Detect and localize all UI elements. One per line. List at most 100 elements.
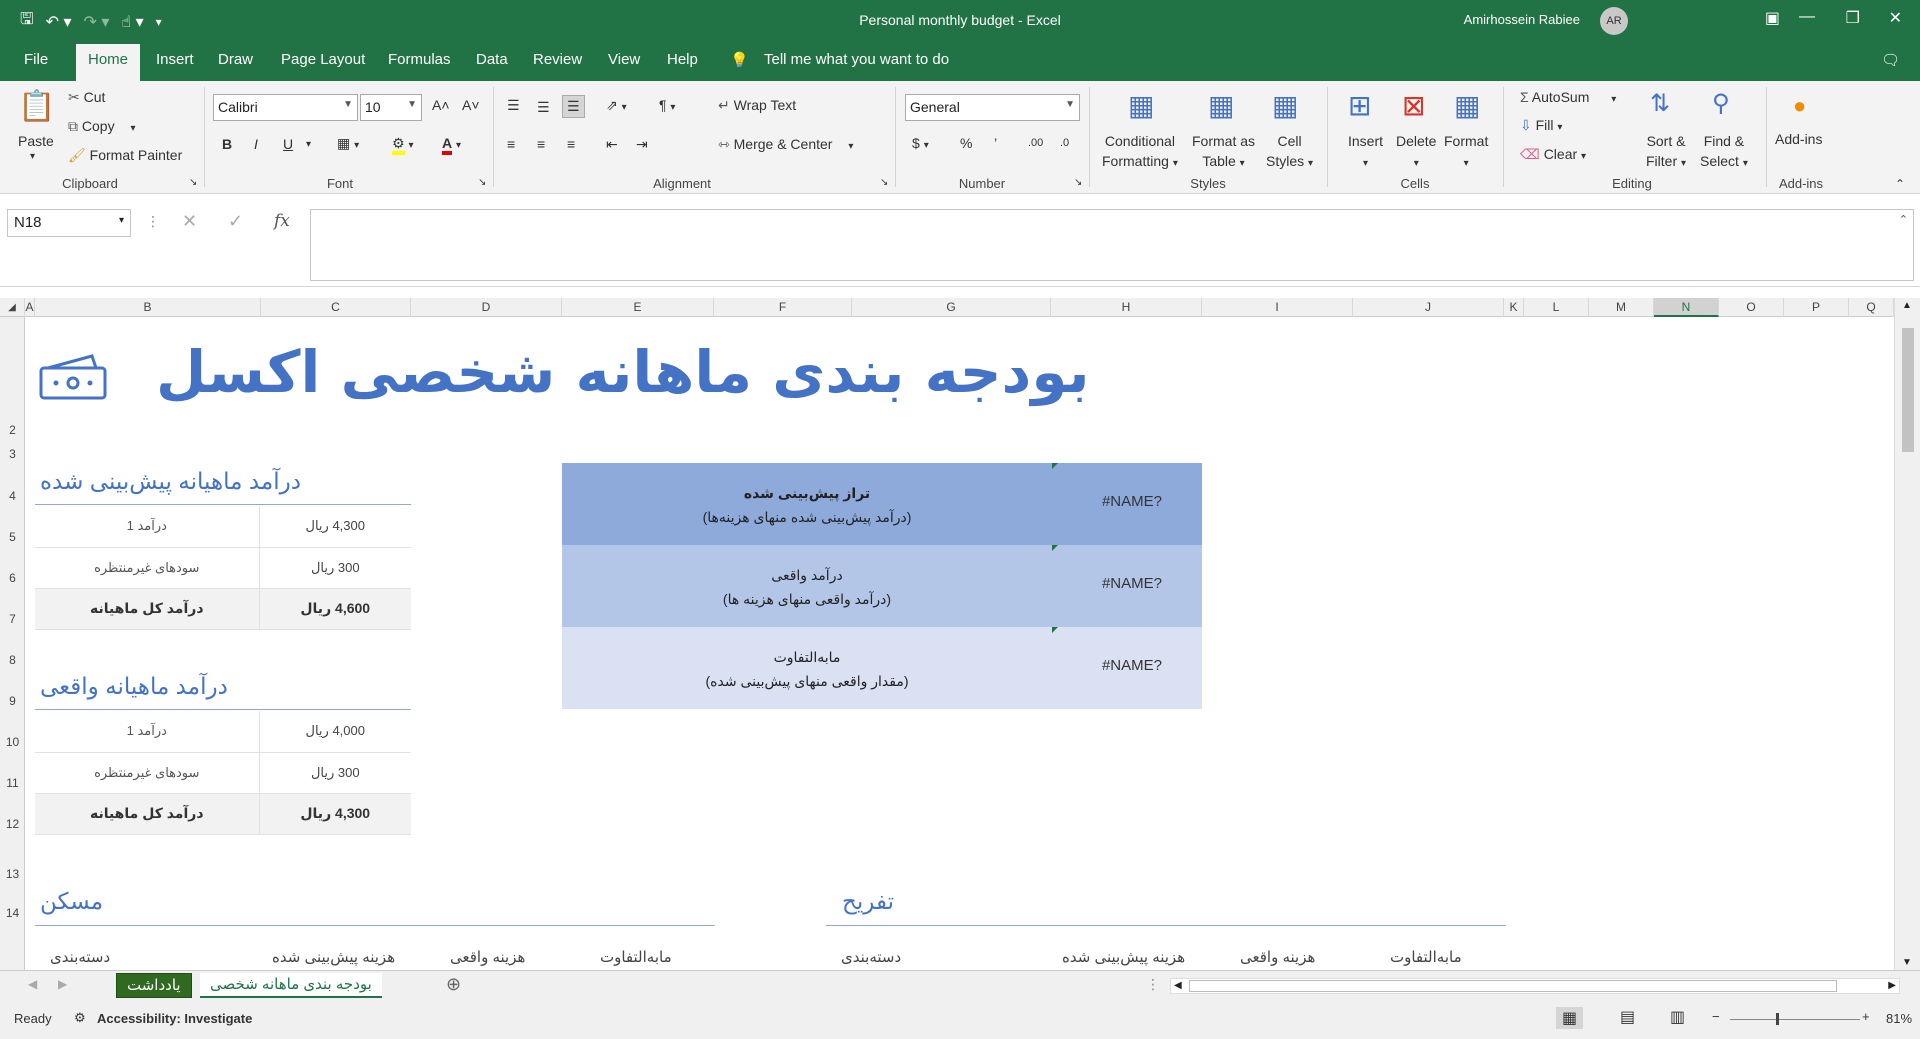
number-launcher-icon[interactable]: ↘: [1074, 177, 1082, 188]
orientation-icon[interactable]: ⇗ ▾: [606, 97, 627, 114]
italic-icon[interactable]: I: [254, 136, 258, 152]
housing-col-category[interactable]: دسته‌بندی: [50, 948, 110, 966]
merge-dropdown-icon[interactable]: ▾: [848, 141, 853, 152]
scroll-right-icon[interactable]: ▶: [1888, 980, 1896, 991]
zoom-out-icon[interactable]: −: [1712, 1009, 1720, 1024]
minimize-icon[interactable]: —: [1799, 8, 1815, 26]
column-header[interactable]: K: [1504, 298, 1524, 317]
row-label[interactable]: درآمد 1: [35, 711, 260, 753]
tab-page-layout[interactable]: Page Layout: [281, 51, 365, 68]
summary-value[interactable]: #NAME?: [1102, 493, 1162, 510]
tab-draw[interactable]: Draw: [218, 51, 253, 68]
summary-row[interactable]: مابه‌التفاوت (مقدار واقعی منهای پیش‌بینی …: [562, 627, 1202, 709]
row-label[interactable]: درآمد 1: [35, 506, 260, 548]
user-name[interactable]: Amirhossein Rabiee: [1464, 12, 1580, 27]
horizontal-scroll-thumb[interactable]: [1189, 980, 1837, 992]
align-left-icon[interactable]: ≡: [507, 136, 515, 152]
tab-help[interactable]: Help: [667, 51, 698, 68]
row-label[interactable]: سودهای غیرمنتظره: [35, 547, 260, 589]
column-header-selected[interactable]: N: [1654, 298, 1719, 317]
underline-dropdown-icon[interactable]: ▾: [306, 139, 311, 150]
collapse-formula-bar-icon[interactable]: ⌃: [1899, 213, 1908, 226]
currency-icon[interactable]: $ ▾: [912, 135, 929, 151]
delete-cells-button[interactable]: Delete ▾: [1396, 131, 1436, 174]
restore-icon[interactable]: ❐: [1846, 8, 1860, 28]
scroll-down-icon[interactable]: ▼: [1902, 957, 1912, 968]
sort-filter-button[interactable]: Sort & Filter ▾: [1646, 131, 1686, 174]
align-right-icon[interactable]: ≡: [567, 136, 575, 152]
row-value[interactable]: 300 ریال: [259, 752, 411, 794]
tab-split-icon[interactable]: ⋮: [1146, 976, 1160, 993]
zoom-slider[interactable]: [1730, 1019, 1860, 1020]
comments-icon[interactable]: 🗨: [1881, 51, 1900, 69]
row-header[interactable]: 2: [0, 423, 25, 437]
row-label[interactable]: سودهای غیرمنتظره: [35, 752, 260, 794]
borders-icon[interactable]: ▦ ▾: [337, 135, 359, 152]
row-header[interactable]: 13: [0, 867, 25, 881]
clipboard-launcher-icon[interactable]: ↘: [189, 177, 197, 188]
horizontal-scrollbar[interactable]: ◀ ▶: [1170, 978, 1900, 994]
find-select-button[interactable]: Find & Select ▾: [1700, 131, 1748, 174]
format-painter-button[interactable]: Format Painter: [90, 147, 183, 163]
autosum-button[interactable]: AutoSum: [1532, 89, 1590, 105]
scroll-up-icon[interactable]: ▲: [1902, 300, 1912, 311]
entertainment-col-projected[interactable]: هزینه پیش‌بینی شده: [1062, 948, 1185, 966]
zoom-in-icon[interactable]: +: [1862, 1009, 1870, 1024]
vertical-scrollbar[interactable]: ▲ ▼: [1894, 298, 1920, 970]
tab-review[interactable]: Review: [533, 51, 582, 68]
total-value[interactable]: 4,300 ریال: [259, 793, 411, 835]
enter-icon[interactable]: ✓: [228, 211, 243, 232]
column-header[interactable]: D: [411, 298, 562, 317]
sheet-tab-notes[interactable]: یادداشت: [116, 973, 192, 998]
accessibility-status[interactable]: Accessibility: Investigate: [97, 1011, 252, 1026]
insert-cells-button[interactable]: Insert ▾: [1348, 131, 1383, 174]
row-header[interactable]: 10: [0, 735, 25, 749]
wrap-text-button[interactable]: Wrap Text: [734, 97, 797, 113]
row-header[interactable]: 8: [0, 653, 25, 667]
autosum-dropdown-icon[interactable]: ▾: [1611, 94, 1616, 105]
cell-styles-button[interactable]: Cell Styles ▾: [1266, 131, 1313, 174]
column-header[interactable]: O: [1719, 298, 1784, 317]
tab-insert[interactable]: Insert: [156, 51, 194, 68]
decrease-indent-icon[interactable]: ⇤: [606, 136, 618, 153]
clear-button[interactable]: Clear: [1544, 146, 1577, 162]
worksheet[interactable]: بودجه بندی ماهانه شخصی اکسل درآمد ماهیان…: [26, 318, 1894, 970]
total-label[interactable]: درآمد کل ماهیانه: [35, 588, 260, 630]
column-header[interactable]: B: [35, 298, 261, 317]
cut-button[interactable]: Cut: [84, 89, 106, 105]
ribbon-display-icon[interactable]: ▣: [1765, 8, 1780, 28]
tab-home[interactable]: Home: [76, 44, 141, 81]
row-header[interactable]: 12: [0, 817, 25, 831]
tab-view[interactable]: View: [608, 51, 640, 68]
row-header[interactable]: 11: [0, 776, 25, 790]
total-label[interactable]: درآمد کل ماهیانه: [35, 793, 260, 835]
zoom-slider-thumb[interactable]: [1776, 1013, 1779, 1025]
column-header[interactable]: Q: [1849, 298, 1894, 317]
page-break-view-icon[interactable]: ▥: [1670, 1007, 1685, 1027]
summary-row[interactable]: تراز پیش‌بینی شده (درآمد پیش‌بینی شده منه…: [562, 463, 1202, 545]
tab-file[interactable]: File: [24, 51, 48, 68]
conditional-formatting-button[interactable]: Conditional Formatting ▾: [1102, 131, 1178, 174]
row-value[interactable]: 300 ریال: [259, 547, 411, 589]
add-ins-button[interactable]: Add-ins: [1775, 131, 1822, 147]
number-format-select[interactable]: General ▼: [905, 94, 1080, 121]
paste-icon[interactable]: 📋: [18, 89, 55, 124]
format-as-table-button[interactable]: Format as Table ▾: [1192, 131, 1255, 174]
column-header[interactable]: F: [714, 298, 852, 317]
decrease-decimal-icon[interactable]: .0: [1060, 137, 1069, 149]
insert-function-icon[interactable]: fx: [274, 211, 290, 231]
fill-color-icon[interactable]: ⚙ ▾: [392, 135, 413, 155]
name-box[interactable]: N18 ▾: [7, 209, 131, 237]
decrease-font-icon[interactable]: A˅: [462, 97, 480, 113]
column-header[interactable]: E: [562, 298, 714, 317]
cancel-icon[interactable]: ✕: [182, 211, 197, 232]
font-family-select[interactable]: Calibri ▼: [213, 94, 358, 121]
copy-button[interactable]: Copy: [82, 118, 115, 134]
next-sheet-icon[interactable]: ▶: [58, 977, 67, 991]
housing-col-difference[interactable]: مابه‌التفاوت: [600, 948, 672, 966]
align-center-icon[interactable]: ≡: [537, 136, 545, 152]
merge-center-button[interactable]: Merge & Center: [734, 136, 833, 152]
housing-col-actual[interactable]: هزینه واقعی: [450, 948, 525, 966]
entertainment-col-actual[interactable]: هزینه واقعی: [1240, 948, 1315, 966]
font-launcher-icon[interactable]: ↘: [478, 177, 486, 188]
